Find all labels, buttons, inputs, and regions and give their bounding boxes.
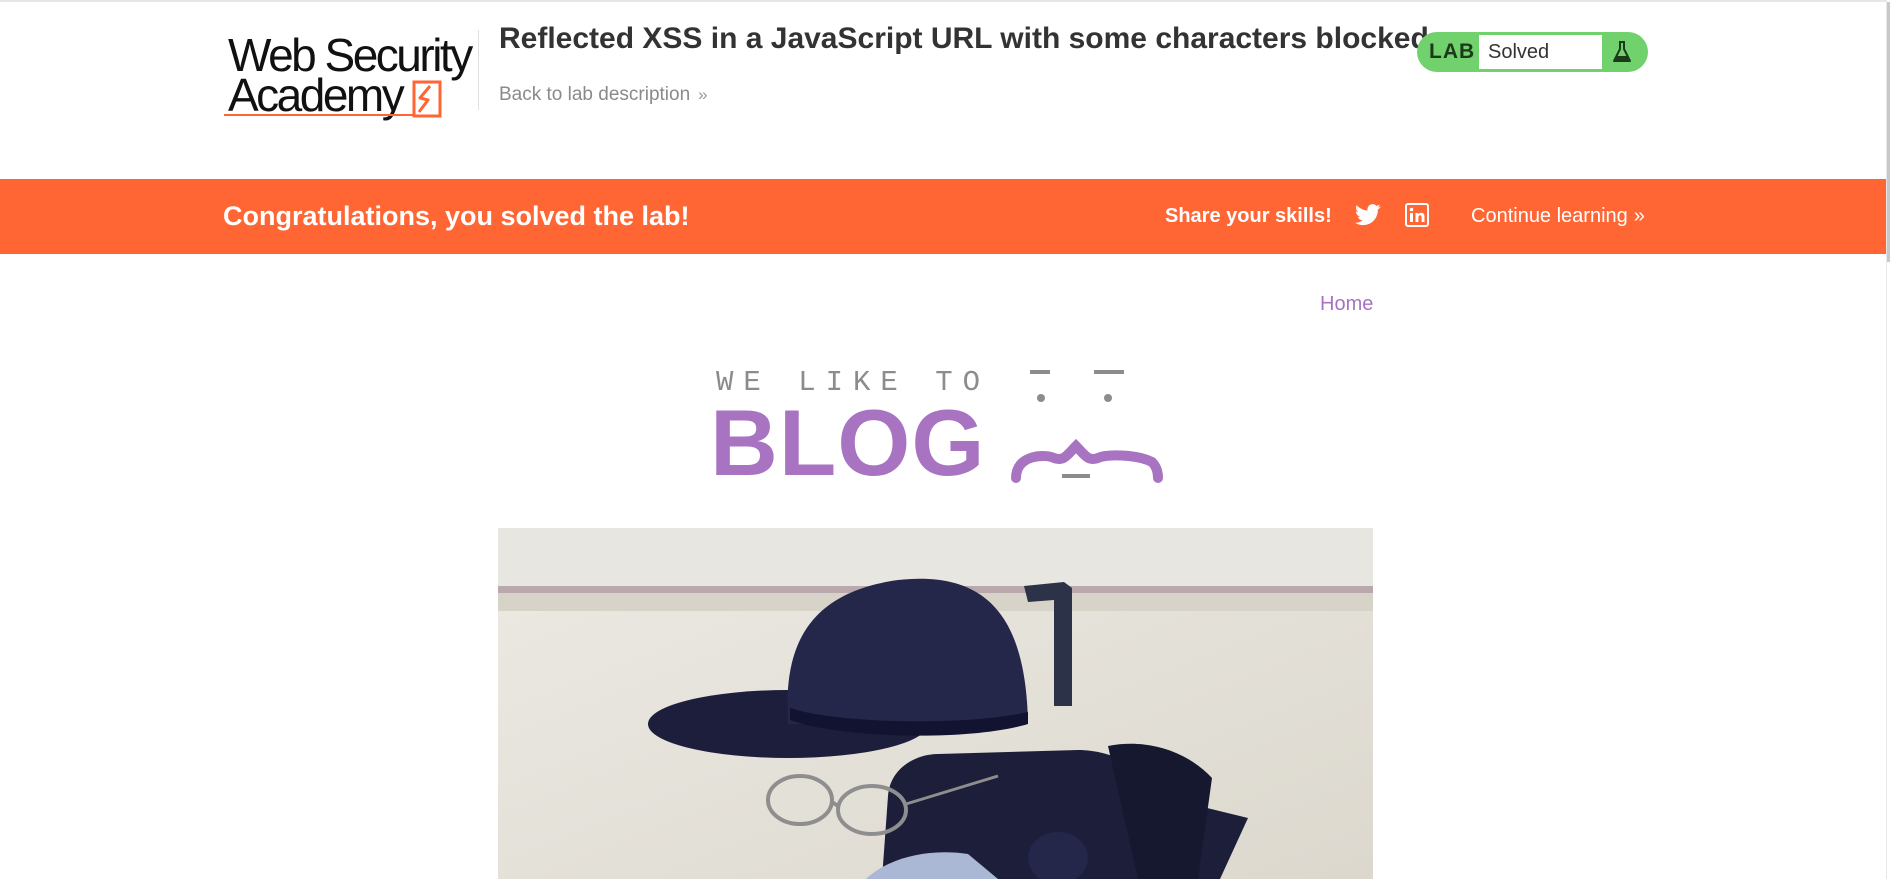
lab-badge: LAB (1429, 40, 1476, 63)
blog-wordmark: BLOG (710, 390, 986, 495)
lab-status-widget: LAB Solved (1417, 32, 1648, 72)
post-image[interactable] (498, 528, 1373, 879)
continue-learning-link[interactable]: Continue learning » (1471, 205, 1645, 228)
double-chevron-right-icon: » (698, 85, 708, 104)
twitter-icon[interactable] (1355, 203, 1381, 227)
share-skills-label: Share your skills! (1165, 205, 1332, 227)
logo-text-line2: Academy (228, 69, 405, 121)
lab-title: Reflected XSS in a JavaScript URL with s… (499, 22, 1429, 55)
web-security-academy-logo[interactable]: Web Security Academy (224, 30, 474, 122)
continue-learning-label: Continue learning (1471, 205, 1628, 227)
double-chevron-right-icon: » (1633, 205, 1645, 227)
linkedin-icon[interactable] (1405, 203, 1429, 227)
nav-home-link[interactable]: Home (1320, 293, 1373, 316)
academy-header: Web Security Academy Reflected XSS in a … (0, 2, 1886, 179)
page-scrollbar[interactable] (1886, 0, 1890, 879)
lab-solved-banner: Congratulations, you solved the lab! Sha… (0, 179, 1886, 254)
academy-bolt-icon (412, 80, 442, 118)
lab-status-text: Solved (1479, 34, 1602, 70)
header-divider (478, 30, 479, 110)
congratulations-message: Congratulations, you solved the lab! (223, 201, 690, 231)
blog-face-icon (1011, 370, 1163, 483)
blog-logo: WE LIKE TO BLOG (710, 362, 1163, 495)
back-link-label: Back to lab description (499, 84, 691, 105)
back-to-lab-description-link[interactable]: Back to lab description » (499, 84, 708, 106)
invisible-man-photo-icon (498, 528, 1373, 879)
logo-underline (224, 114, 414, 116)
flask-icon (1613, 41, 1631, 62)
